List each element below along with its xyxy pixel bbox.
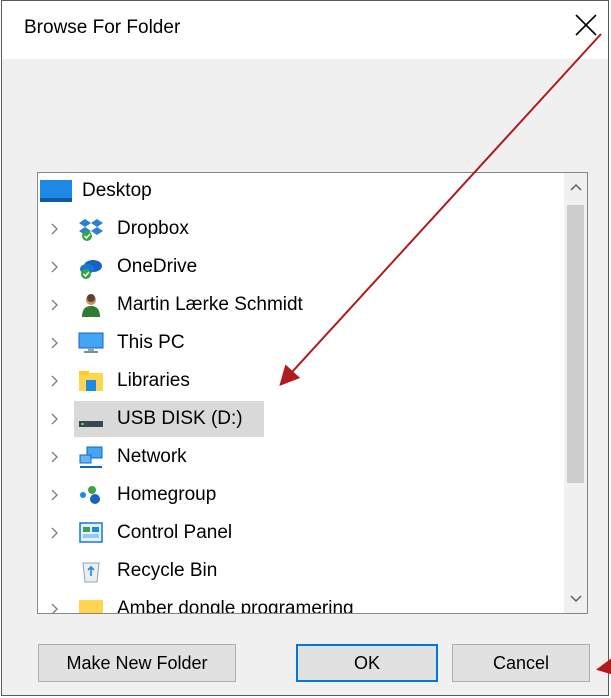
- make-new-folder-button[interactable]: Make New Folder: [38, 644, 236, 682]
- tree-item-label: Desktop: [82, 180, 152, 201]
- expand-chevron-icon[interactable]: [48, 477, 62, 513]
- expand-chevron-icon[interactable]: [48, 515, 62, 551]
- vertical-scrollbar[interactable]: [564, 173, 587, 613]
- expand-chevron-icon[interactable]: [48, 287, 62, 323]
- libraries-icon: [79, 371, 103, 391]
- folder-icon: [79, 600, 103, 613]
- tree-item-label: Homegroup: [117, 484, 217, 505]
- ok-button[interactable]: OK: [296, 644, 438, 682]
- tree-item-label: OneDrive: [117, 256, 198, 277]
- close-icon: [575, 14, 597, 36]
- cancel-button[interactable]: Cancel: [452, 644, 590, 682]
- tree-item-label: USB DISK (D:): [117, 408, 243, 429]
- tree-item-label: Network: [117, 446, 187, 467]
- computer-icon: [78, 332, 104, 353]
- homegroup-icon: [80, 486, 100, 504]
- folder-tree[interactable]: Desktop Dropbox OneDrive Martin Lærke Sc…: [37, 172, 588, 614]
- tree-item-label: Martin Lærke Schmidt: [117, 294, 303, 315]
- expand-chevron-icon[interactable]: [48, 439, 62, 475]
- user-icon: [82, 294, 100, 317]
- network-icon: [79, 446, 103, 468]
- usb-drive-icon: [79, 421, 103, 427]
- expand-chevron-icon[interactable]: [48, 401, 62, 437]
- expand-chevron-icon[interactable]: [48, 249, 62, 285]
- title-bar: Browse For Folder: [2, 1, 608, 59]
- scroll-down-button[interactable]: [564, 587, 587, 611]
- recycle-bin-icon: [82, 562, 100, 583]
- tree-item-label: Control Panel: [117, 522, 233, 543]
- folder-tree-items: Desktop Dropbox OneDrive Martin Lærke Sc…: [38, 173, 564, 613]
- onedrive-icon: [80, 260, 102, 279]
- scrollbar-thumb[interactable]: [567, 205, 584, 483]
- browse-for-folder-dialog: Browse For Folder Desktop Dropbox OneDri…: [1, 0, 609, 696]
- close-button[interactable]: [566, 5, 606, 45]
- tree-item-usb-disk[interactable]: USB DISK (D:): [38, 401, 564, 437]
- chevron-up-icon: [569, 183, 582, 191]
- scroll-up-button[interactable]: [564, 175, 587, 199]
- expand-chevron-icon[interactable]: [48, 325, 62, 361]
- chevron-down-icon: [569, 595, 582, 603]
- tree-item-label: Libraries: [117, 370, 190, 391]
- dialog-title: Browse For Folder: [24, 17, 181, 38]
- tree-item-label: Amber dongle programering: [117, 598, 354, 613]
- expand-chevron-icon[interactable]: [48, 363, 62, 399]
- tree-item-label: Recycle Bin: [117, 560, 218, 581]
- dropbox-icon: [79, 219, 103, 241]
- tree-item-label: This PC: [117, 332, 185, 353]
- tree-item-label: Dropbox: [117, 218, 189, 239]
- control-panel-icon: [79, 522, 103, 543]
- desktop-icon: [40, 180, 72, 202]
- expand-chevron-icon[interactable]: [48, 591, 62, 613]
- expand-chevron-icon[interactable]: [48, 211, 62, 247]
